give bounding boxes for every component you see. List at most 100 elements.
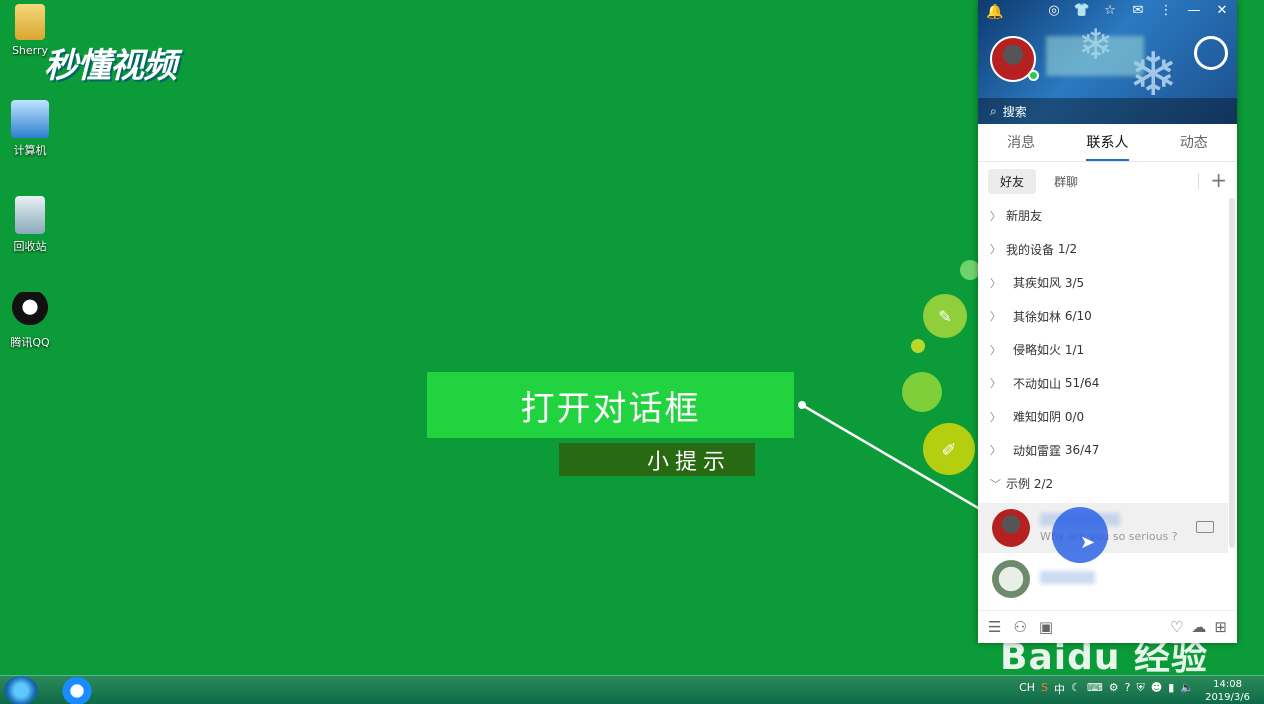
taskbar-app-browser-icon[interactable] (62, 677, 92, 704)
keyboard-icon[interactable]: ⌨ (1087, 681, 1103, 697)
contact-row[interactable] (978, 554, 1228, 604)
clock-time: 14:08 (1213, 679, 1242, 690)
subtab-friends[interactable]: 好友 (988, 168, 1037, 194)
chevron-right-icon: 〉 (990, 243, 1001, 257)
ime-sogou-icon[interactable]: S (1041, 681, 1048, 697)
skin-icon[interactable]: 👕 (1073, 3, 1091, 18)
online-status-icon[interactable] (1028, 70, 1039, 81)
tip-title: 打开对话框 (427, 372, 794, 438)
chevron-right-icon: 〉 (990, 377, 1001, 391)
weather-sun-icon[interactable] (1194, 36, 1228, 70)
group-item[interactable]: 〉动如雷霆 36/47 (978, 434, 1228, 468)
camera-icon[interactable]: ◎ (1045, 3, 1063, 18)
connector-line (801, 403, 986, 514)
scrollbar[interactable] (1229, 198, 1235, 548)
brush-icon: ✎ (938, 307, 951, 326)
contact-subtabs: 好友 群聊 + (978, 166, 1237, 196)
qq-header: ❄ ❄ 🔔 ◎ 👕 ☆ ✉ ⋮ — ✕ ⌕ 搜索 (978, 0, 1237, 124)
apps-grid-icon[interactable]: ⊞ (1214, 618, 1227, 636)
group-item[interactable]: 〉难知如阴 0/0 (978, 400, 1228, 434)
mid-bubble (902, 372, 942, 412)
clock-date: 2019/3/6 (1205, 692, 1250, 703)
tab-moments[interactable]: 动态 (1151, 124, 1237, 161)
friend-groups-list: 〉新朋友 〉我的设备 1/2 〉其疾如风 3/5 〉其徐如林 6/10 〉侵略如… (978, 199, 1228, 501)
computer-icon (11, 100, 49, 138)
search-placeholder: 搜索 (1002, 104, 1027, 119)
network-icon[interactable]: ▮ (1168, 681, 1174, 697)
system-tray: CH S 中 ☾ ⌨ ⚙ ? ⛨ ☻ ▮ 🔈 (1019, 681, 1194, 697)
chevron-right-icon: 〉 (990, 410, 1001, 424)
mail-box-icon[interactable]: ♡ (1170, 618, 1183, 636)
tray-ime-mode[interactable]: 中 (1054, 681, 1065, 697)
tray-language[interactable]: CH (1019, 681, 1035, 697)
desktop-icon-label: 计算机 (13, 144, 47, 157)
bell-icon[interactable]: 🔔 (986, 4, 1003, 20)
contact-name-blurred (1040, 570, 1095, 584)
chevron-right-icon: 〉 (990, 276, 1001, 290)
tab-messages[interactable]: 消息 (978, 124, 1064, 161)
menu-icon[interactable]: ⋮ (1157, 3, 1175, 18)
group-item[interactable]: 〉其徐如林 6/10 (978, 300, 1228, 334)
add-friend-icon[interactable]: ⚇ (1013, 618, 1026, 636)
desktop-icon-label: Sherry (11, 44, 49, 57)
chevron-right-icon: 〉 (990, 209, 1001, 223)
group-item[interactable]: 〉侵略如火 1/1 (978, 333, 1228, 367)
chevron-right-icon: 〉 (990, 444, 1001, 458)
main-menu-icon[interactable]: ☰ (988, 618, 1001, 636)
qq-tray-icon[interactable]: ☻ (1151, 681, 1162, 697)
qq-bottom-toolbar: ☰ ⚇ ▣ ♡ ☁ ⊞ (978, 610, 1237, 643)
close-icon[interactable]: ✕ (1213, 3, 1231, 18)
main-tabs: 消息 联系人 动态 (978, 124, 1237, 162)
mouse-cursor-icon: ➤ (1080, 532, 1096, 553)
files-icon[interactable]: ▣ (1039, 618, 1053, 636)
small-bubble (960, 260, 980, 280)
tip-subtitle: 小提示 (559, 443, 755, 476)
system-clock[interactable]: 14:08 2019/3/6 (1205, 678, 1250, 704)
window-controls: ◎ 👕 ☆ ✉ ⋮ — ✕ (1045, 3, 1231, 18)
chevron-down-icon: ﹀ (990, 477, 1001, 491)
divider (1198, 173, 1199, 189)
chevron-right-icon: 〉 (990, 343, 1001, 357)
nickname-blurred (1046, 36, 1144, 76)
desktop-icon-label: 腾讯QQ (10, 336, 50, 349)
qq-main-panel: ❄ ❄ 🔔 ◎ 👕 ☆ ✉ ⋮ — ✕ ⌕ 搜索 消息 联系人 动态 好友 群聊… (978, 0, 1237, 643)
add-icon[interactable]: + (1210, 168, 1227, 192)
video-watermark: 秒懂视频 (44, 46, 177, 86)
folder-icon (15, 4, 45, 40)
group-item[interactable]: 〉其疾如风 3/5 (978, 266, 1228, 300)
search-input[interactable]: ⌕ 搜索 (978, 98, 1237, 124)
tab-contacts[interactable]: 联系人 (1064, 124, 1150, 161)
desktop-icon-qq[interactable]: 腾讯QQ (0, 292, 60, 350)
video-call-icon[interactable] (1196, 521, 1214, 533)
desktop-icon-recycle-bin[interactable]: 回收站 (0, 196, 60, 254)
desktop-icon-computer[interactable]: 计算机 (0, 100, 60, 158)
group-item[interactable]: 〉新朋友 (978, 199, 1228, 233)
qq-penguin-icon (11, 292, 49, 330)
star-icon[interactable]: ☆ (1101, 3, 1119, 18)
connector-dot (798, 401, 806, 409)
mail-icon[interactable]: ✉ (1129, 3, 1147, 18)
minimize-icon[interactable]: — (1185, 3, 1203, 18)
subtab-groups[interactable]: 群聊 (1042, 169, 1090, 194)
brush-bubble (923, 294, 967, 338)
moon-icon[interactable]: ☾ (1071, 681, 1081, 697)
search-icon: ⌕ (990, 103, 997, 118)
group-item-expanded[interactable]: ﹀ 示例 2/2 (978, 467, 1228, 501)
group-item[interactable]: 〉我的设备 1/2 (978, 233, 1228, 267)
start-button[interactable] (4, 676, 38, 704)
volume-icon[interactable]: 🔈 (1180, 681, 1194, 697)
pen-bubble (923, 423, 975, 475)
desktop-icon-label: 回收站 (13, 240, 47, 253)
cloud-icon[interactable]: ☁ (1191, 618, 1206, 636)
shield-icon[interactable]: ⛨ (1137, 681, 1145, 697)
pen-icon: ✐ (941, 440, 956, 461)
help-icon[interactable]: ? (1125, 681, 1131, 697)
group-item[interactable]: 〉不动如山 51/64 (978, 367, 1228, 401)
chevron-right-icon: 〉 (990, 310, 1001, 324)
recycle-bin-icon (15, 196, 45, 234)
avatar (992, 509, 1030, 547)
taskbar: CH S 中 ☾ ⌨ ⚙ ? ⛨ ☻ ▮ 🔈 14:08 2019/3/6 (0, 675, 1264, 704)
small-bubble (911, 339, 925, 353)
settings-icon[interactable]: ⚙ (1109, 681, 1119, 697)
avatar (992, 560, 1030, 598)
